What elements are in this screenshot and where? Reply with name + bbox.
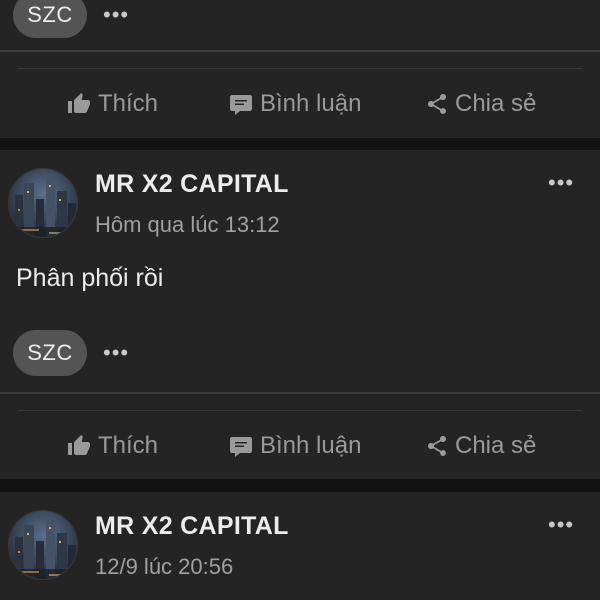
share-button[interactable]: Chia sẻ	[425, 426, 536, 466]
post-card: MR X2 CAPITAL 12/9 lúc 20:56 •••	[0, 492, 600, 600]
divider	[18, 68, 582, 69]
post-card: MR X2 CAPITAL Hôm qua lúc 13:12 ••• Phân…	[0, 150, 600, 479]
avatar[interactable]	[8, 510, 78, 580]
more-options-icon[interactable]: •••	[548, 172, 574, 194]
comment-label: Bình luận	[260, 90, 362, 117]
avatar[interactable]	[8, 168, 78, 238]
comment-icon	[230, 437, 252, 457]
divider	[0, 392, 600, 394]
share-icon	[428, 436, 446, 456]
city-skyline-avatar-icon	[9, 169, 77, 237]
comment-label: Bình luận	[260, 432, 362, 459]
stock-tag-chip[interactable]: SZC	[13, 330, 87, 376]
divider	[0, 50, 600, 52]
share-icon	[428, 94, 446, 114]
action-bar: Thích Bình luận Chia sẻ	[0, 426, 600, 466]
post-author[interactable]: MR X2 CAPITAL	[95, 170, 289, 199]
post-card-previous: SZC ••• Thích Bình luận Chia sẻ	[0, 0, 600, 138]
like-label: Thích	[98, 90, 159, 117]
like-button[interactable]: Thích	[66, 84, 158, 124]
more-options-icon[interactable]: •••	[548, 514, 574, 536]
tag-row: SZC •••	[13, 330, 129, 376]
divider	[18, 410, 582, 411]
thumbs-up-icon	[68, 93, 90, 113]
like-label: Thích	[98, 432, 159, 459]
post-author[interactable]: MR X2 CAPITAL	[95, 512, 289, 541]
tag-row: SZC •••	[13, 0, 129, 38]
action-bar: Thích Bình luận Chia sẻ	[0, 84, 600, 124]
share-label: Chia sẻ	[455, 432, 537, 459]
share-button[interactable]: Chia sẻ	[425, 84, 536, 124]
comment-button[interactable]: Bình luận	[228, 84, 361, 124]
post-text: Phân phối rồi	[16, 264, 164, 292]
comment-icon	[230, 95, 252, 115]
stock-tag-chip[interactable]: SZC	[13, 0, 87, 38]
comment-button[interactable]: Bình luận	[228, 426, 361, 466]
share-label: Chia sẻ	[455, 90, 537, 117]
city-skyline-avatar-icon	[9, 511, 77, 579]
more-tags-icon[interactable]: •••	[103, 4, 129, 26]
thumbs-up-icon	[68, 435, 90, 455]
more-tags-icon[interactable]: •••	[103, 342, 129, 364]
like-button[interactable]: Thích	[66, 426, 158, 466]
post-timestamp[interactable]: Hôm qua lúc 13:12	[95, 212, 280, 238]
post-timestamp[interactable]: 12/9 lúc 20:56	[95, 554, 233, 580]
